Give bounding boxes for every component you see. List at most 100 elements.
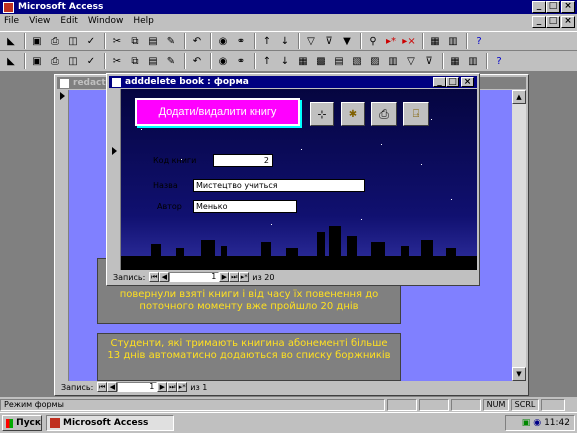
new-object-icon-2[interactable]: ▥ <box>465 53 481 69</box>
form-new-record-button[interactable]: ▸* <box>239 272 250 282</box>
undo-icon-2[interactable]: ↶ <box>189 53 205 69</box>
form-first-record-button[interactable]: ⏮ <box>149 272 160 282</box>
first-record-button[interactable]: ⏮ <box>97 382 108 392</box>
table-icon[interactable]: ▦ <box>295 53 311 69</box>
paste-icon[interactable]: ▤ <box>145 33 161 49</box>
form-maximize-button[interactable]: □ <box>446 77 459 87</box>
delete-record-icon[interactable]: ▸× <box>401 33 417 49</box>
database-window-icon-2[interactable]: ▦ <box>447 53 463 69</box>
maximize-button[interactable]: □ <box>546 1 560 13</box>
form-next-record-button[interactable]: ▶ <box>219 272 230 282</box>
status-num: NUM <box>483 398 509 411</box>
query-icon[interactable]: ▩ <box>313 53 329 69</box>
paste-icon-2[interactable]: ▤ <box>145 53 161 69</box>
book-code-field[interactable]: 2 <box>213 154 273 167</box>
form-last-record-button[interactable]: ⏭ <box>229 272 240 282</box>
print-icon-2[interactable]: ⎙ <box>47 53 63 69</box>
tray-network-icon[interactable]: ▣ <box>522 418 531 428</box>
filter-form-icon[interactable]: ⊽ <box>321 33 337 49</box>
save-record-button[interactable]: ✱ <box>341 102 365 126</box>
menu-help[interactable]: Help <box>133 16 154 28</box>
start-button[interactable]: Пуск <box>2 415 42 431</box>
tray-volume-icon[interactable]: ◉ <box>533 418 541 428</box>
help-icon-2[interactable]: ? <box>491 53 507 69</box>
doc-restore-button[interactable]: □ <box>546 16 560 28</box>
form-icon[interactable]: ▤ <box>331 53 347 69</box>
format-painter-icon[interactable]: ✎ <box>163 33 179 49</box>
task-access[interactable]: Microsoft Access <box>46 415 174 431</box>
doc-close-button[interactable]: × <box>561 16 575 28</box>
funnel-icon[interactable]: ⊽ <box>421 53 437 69</box>
print-icon[interactable]: ⎙ <box>47 33 63 49</box>
copy-icon[interactable]: ⧉ <box>127 33 143 49</box>
menu-bar: File View Edit Window Help <box>4 16 164 28</box>
hyperlink-icon-2[interactable]: ⚭ <box>233 53 249 69</box>
report-icon[interactable]: ▧ <box>349 53 365 69</box>
close-button[interactable]: × <box>561 1 575 13</box>
new-object-icon[interactable]: ▥ <box>445 33 461 49</box>
form-prev-record-button[interactable]: ◀ <box>159 272 170 282</box>
scroll-down-arrow[interactable]: ▼ <box>512 367 526 381</box>
form-minimize-button[interactable]: _ <box>433 77 446 87</box>
redactor-scrollbar[interactable]: ▲ ▼ <box>512 90 526 381</box>
menu-window[interactable]: Window <box>88 16 124 28</box>
view-icon-2[interactable]: ◣ <box>3 53 19 69</box>
form-record-number-field[interactable]: 1 <box>169 272 220 282</box>
hyperlink-icon[interactable]: ⚭ <box>233 33 249 49</box>
next-record-button[interactable]: ▶ <box>157 382 168 392</box>
filter-icon-2[interactable]: ▽ <box>403 53 419 69</box>
spelling-icon-2[interactable]: ✓ <box>83 53 99 69</box>
cut-icon[interactable]: ✂ <box>109 33 125 49</box>
menu-file[interactable]: File <box>4 16 19 28</box>
form-record-label: Запись: <box>113 272 146 282</box>
module-icon[interactable]: ▥ <box>385 53 401 69</box>
sort-asc-icon-2[interactable]: ↑ <box>259 53 275 69</box>
filter-selection-icon[interactable]: ▽ <box>303 33 319 49</box>
last-record-button[interactable]: ⏭ <box>167 382 178 392</box>
adddelete-window[interactable]: adddelete book : форма _ □ × Додати/вида… <box>106 73 480 286</box>
status-scrl: SCRL <box>511 398 539 411</box>
save-icon-2[interactable]: ▣ <box>29 53 45 69</box>
message-box-debtors: Студенти, які тримають книгина абонемент… <box>97 333 401 381</box>
view-icon[interactable]: ◣ <box>3 33 19 49</box>
prev-record-button[interactable]: ◀ <box>107 382 118 392</box>
minimize-button[interactable]: _ <box>532 1 546 13</box>
windows-logo-icon <box>6 418 14 428</box>
book-title-field[interactable]: Мистецтво учиться <box>193 179 365 192</box>
preview-icon[interactable]: ◫ <box>65 33 81 49</box>
database-window-icon[interactable]: ▦ <box>427 33 443 49</box>
scroll-up-arrow[interactable]: ▲ <box>512 90 526 104</box>
access-key-icon[interactable] <box>3 1 14 13</box>
new-record-icon[interactable]: ▸* <box>383 33 399 49</box>
exit-form-button[interactable]: ⍈ <box>403 102 429 126</box>
exit-door-icon: ⍈ <box>412 107 420 120</box>
sort-asc-icon[interactable]: ↑ <box>259 33 275 49</box>
menu-edit[interactable]: Edit <box>60 16 77 28</box>
new-nav-record-button[interactable]: ▸* <box>177 382 188 392</box>
macro-icon[interactable]: ▨ <box>367 53 383 69</box>
menu-view[interactable]: View <box>29 16 50 28</box>
format-painter-icon-2[interactable]: ✎ <box>163 53 179 69</box>
preview-icon-2[interactable]: ◫ <box>65 53 81 69</box>
sort-desc-icon[interactable]: ↓ <box>277 33 293 49</box>
book-author-field[interactable]: Менько <box>193 200 297 213</box>
sort-desc-icon-2[interactable]: ↓ <box>277 53 293 69</box>
find-icon[interactable]: ⚲ <box>365 33 381 49</box>
undo-icon[interactable]: ↶ <box>189 33 205 49</box>
web-icon-2[interactable]: ◉ <box>215 53 231 69</box>
copy-icon-2[interactable]: ⧉ <box>127 53 143 69</box>
help-icon[interactable]: ? <box>471 33 487 49</box>
form-close-button[interactable]: × <box>461 77 474 87</box>
save-icon[interactable]: ▣ <box>29 33 45 49</box>
apply-filter-icon[interactable]: ▼ <box>339 33 355 49</box>
cut-icon-2[interactable]: ✂ <box>109 53 125 69</box>
print-record-button[interactable]: ⎙ <box>371 102 397 126</box>
record-number-field[interactable]: 1 <box>117 382 158 392</box>
add-record-button[interactable]: ⊹ <box>310 102 334 126</box>
spelling-icon[interactable]: ✓ <box>83 33 99 49</box>
record-selector-bar[interactable] <box>57 90 69 381</box>
doc-minimize-button[interactable]: _ <box>532 16 546 28</box>
web-icon[interactable]: ◉ <box>215 33 231 49</box>
form-record-selector[interactable] <box>109 89 121 270</box>
form-record-pointer-icon <box>112 147 117 155</box>
